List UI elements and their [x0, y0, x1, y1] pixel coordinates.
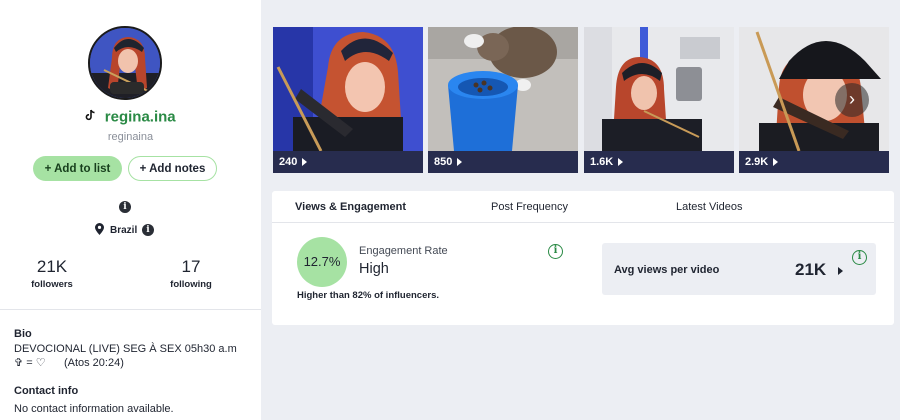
location: Brazil: [95, 223, 137, 238]
location-info-icon[interactable]: i: [142, 224, 154, 236]
following-count: 17: [181, 257, 201, 276]
engagement-rate-level: High: [359, 261, 389, 277]
video-views: 240: [273, 151, 423, 173]
video-views: 1.6K: [584, 151, 734, 173]
engagement-info-icon[interactable]: i: [548, 244, 563, 259]
contact-text: No contact information available.: [14, 403, 174, 415]
contact-title: Contact info: [14, 385, 79, 397]
video-thumbnail[interactable]: 1.6K: [584, 27, 734, 173]
bio-line-1: DEVOCIONAL (LIVE) SEG À SEX 05h30 a.m: [14, 343, 237, 355]
engagement-comparison: Higher than 82% of influencers.: [297, 290, 439, 301]
location-pin-icon: [95, 223, 104, 238]
tab-bar: Views & Engagement Post Frequency Latest…: [272, 191, 894, 223]
video-thumbnail[interactable]: 850: [428, 27, 578, 173]
followers-label: followers: [31, 279, 73, 290]
engagement-rate-label: Engagement Rate: [359, 245, 448, 257]
profile-panel: regina.ina reginaina + Add to list + Add…: [0, 0, 261, 420]
video-views: 850: [428, 151, 578, 173]
handle-row: regina.ina: [0, 108, 261, 126]
add-notes-button[interactable]: + Add notes: [128, 156, 217, 181]
avg-views-info-icon[interactable]: i: [852, 250, 867, 265]
video-views: 2.9K: [739, 151, 889, 173]
divider: [0, 309, 261, 310]
tab-post-frequency[interactable]: Post Frequency: [491, 201, 568, 213]
play-icon: [302, 158, 308, 166]
tab-views-engagement[interactable]: Views & Engagement: [295, 201, 406, 213]
bio-title: Bio: [14, 328, 32, 340]
avg-views-label: Avg views per video: [614, 264, 720, 276]
avg-views-box: Avg views per video 21K i: [602, 243, 876, 295]
profile-username: reginaina: [107, 131, 154, 143]
bio-line-2: ✞ = ♡ (Atos 20:24): [14, 357, 124, 369]
location-text: Brazil: [110, 225, 138, 237]
tab-latest-videos[interactable]: Latest Videos: [676, 201, 742, 213]
avatar: [88, 26, 162, 100]
engagement-rate-badge: 12.7%: [297, 237, 347, 287]
followers-count: 21K: [36, 257, 68, 276]
video-thumbnail[interactable]: 240: [273, 27, 423, 173]
add-to-list-button[interactable]: + Add to list: [33, 156, 122, 181]
analytics-card: Views & Engagement Post Frequency Latest…: [272, 191, 894, 325]
chevron-right-icon: ›: [849, 89, 855, 109]
following-label: following: [170, 279, 212, 290]
profile-handle[interactable]: regina.ina: [105, 109, 176, 126]
tiktok-icon: [85, 108, 96, 126]
play-icon: [457, 158, 463, 166]
play-icon: [773, 158, 779, 166]
play-icon: [618, 158, 624, 166]
play-icon: [838, 267, 843, 275]
carousel-next-button[interactable]: ›: [835, 83, 869, 117]
info-icon[interactable]: i: [119, 201, 131, 213]
avg-views-value: 21K: [795, 260, 827, 279]
